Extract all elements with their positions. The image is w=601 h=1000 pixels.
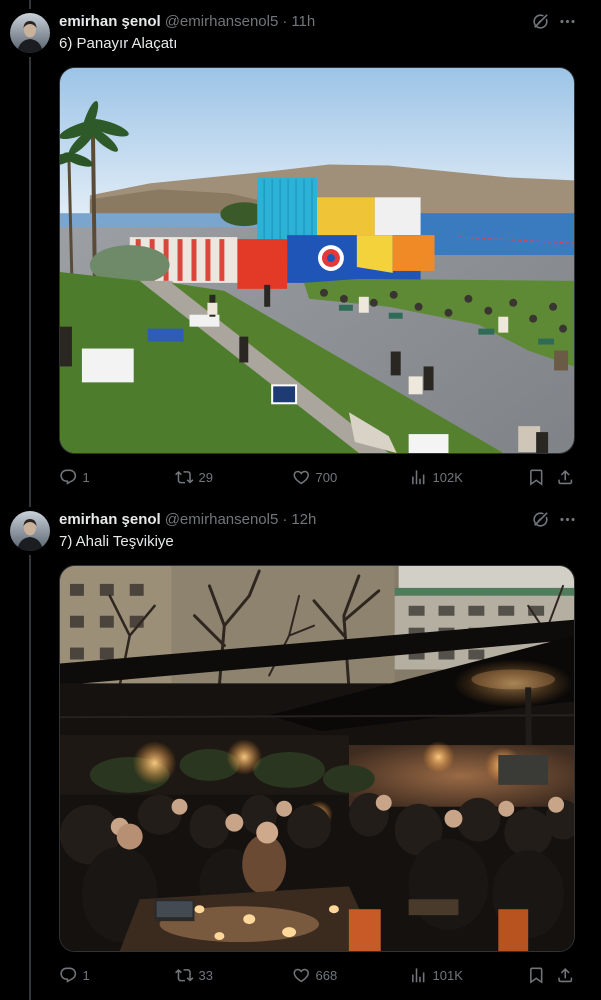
bookmark-icon [530, 967, 543, 984]
separator-dot: · [282, 511, 288, 528]
tweet[interactable]: emirhan şenol @emirhansenol5 · 11h 6) Pa… [0, 0, 601, 498]
author-handle[interactable]: @emirhansenol5 [165, 510, 279, 530]
reply-button[interactable]: 1 [59, 965, 90, 985]
retweet-icon [175, 470, 194, 484]
reply-icon [60, 967, 77, 983]
share-button[interactable] [556, 965, 575, 985]
like-count: 700 [315, 469, 338, 485]
tweet-text: 7) Ahali Teşvikiye [59, 533, 174, 550]
separator-dot: · [282, 13, 288, 30]
reply-button[interactable]: 1 [59, 467, 90, 487]
tweet-header: emirhan şenol @emirhansenol5 · 12h [59, 510, 316, 530]
like-button[interactable]: 700 [292, 467, 337, 487]
grok-icon[interactable] [531, 510, 550, 529]
bookmark-button[interactable] [527, 467, 546, 487]
reply-icon [60, 469, 77, 485]
tweet-photo[interactable] [59, 565, 575, 952]
like-icon [293, 470, 309, 485]
retweet-button[interactable]: 29 [175, 467, 213, 487]
thread-line [29, 555, 31, 1000]
tweet-header: emirhan şenol @emirhansenol5 · 11h [59, 12, 315, 32]
like-count: 668 [315, 967, 338, 983]
views-button[interactable]: 101K [409, 965, 463, 985]
retweet-count: 29 [198, 469, 213, 485]
bookmark-icon [530, 469, 543, 486]
views-icon [412, 968, 425, 982]
views-count: 102K [432, 469, 463, 485]
views-icon [412, 470, 425, 484]
author-handle[interactable]: @emirhansenol5 [165, 12, 279, 32]
thread-line [29, 57, 31, 498]
reply-count: 1 [82, 967, 90, 983]
tweet-photo[interactable] [59, 67, 575, 454]
author-name[interactable]: emirhan şenol [59, 12, 161, 32]
avatar[interactable] [10, 13, 50, 53]
share-icon [558, 967, 573, 982]
more-icon[interactable] [558, 510, 577, 529]
tweet-text: 6) Panayır Alaçatı [59, 35, 178, 52]
retweet-button[interactable]: 33 [175, 965, 213, 985]
views-button[interactable]: 102K [409, 467, 463, 487]
views-count: 101K [432, 967, 463, 983]
avatar[interactable] [10, 511, 50, 551]
grok-icon[interactable] [531, 12, 550, 31]
share-icon [558, 469, 573, 484]
reply-count: 1 [82, 469, 90, 485]
author-name[interactable]: emirhan şenol [59, 510, 161, 530]
timestamp[interactable]: 12h [291, 510, 316, 530]
bookmark-button[interactable] [527, 965, 546, 985]
thread-line [29, 498, 31, 507]
retweet-count: 33 [198, 967, 213, 983]
tweet[interactable]: emirhan şenol @emirhansenol5 · 12h 7) Ah… [0, 498, 601, 1000]
timestamp[interactable]: 11h [291, 12, 315, 32]
more-icon[interactable] [558, 12, 577, 31]
like-icon [293, 968, 309, 983]
like-button[interactable]: 668 [292, 965, 337, 985]
share-button[interactable] [556, 467, 575, 487]
retweet-icon [175, 968, 194, 982]
thread-line [29, 0, 31, 9]
